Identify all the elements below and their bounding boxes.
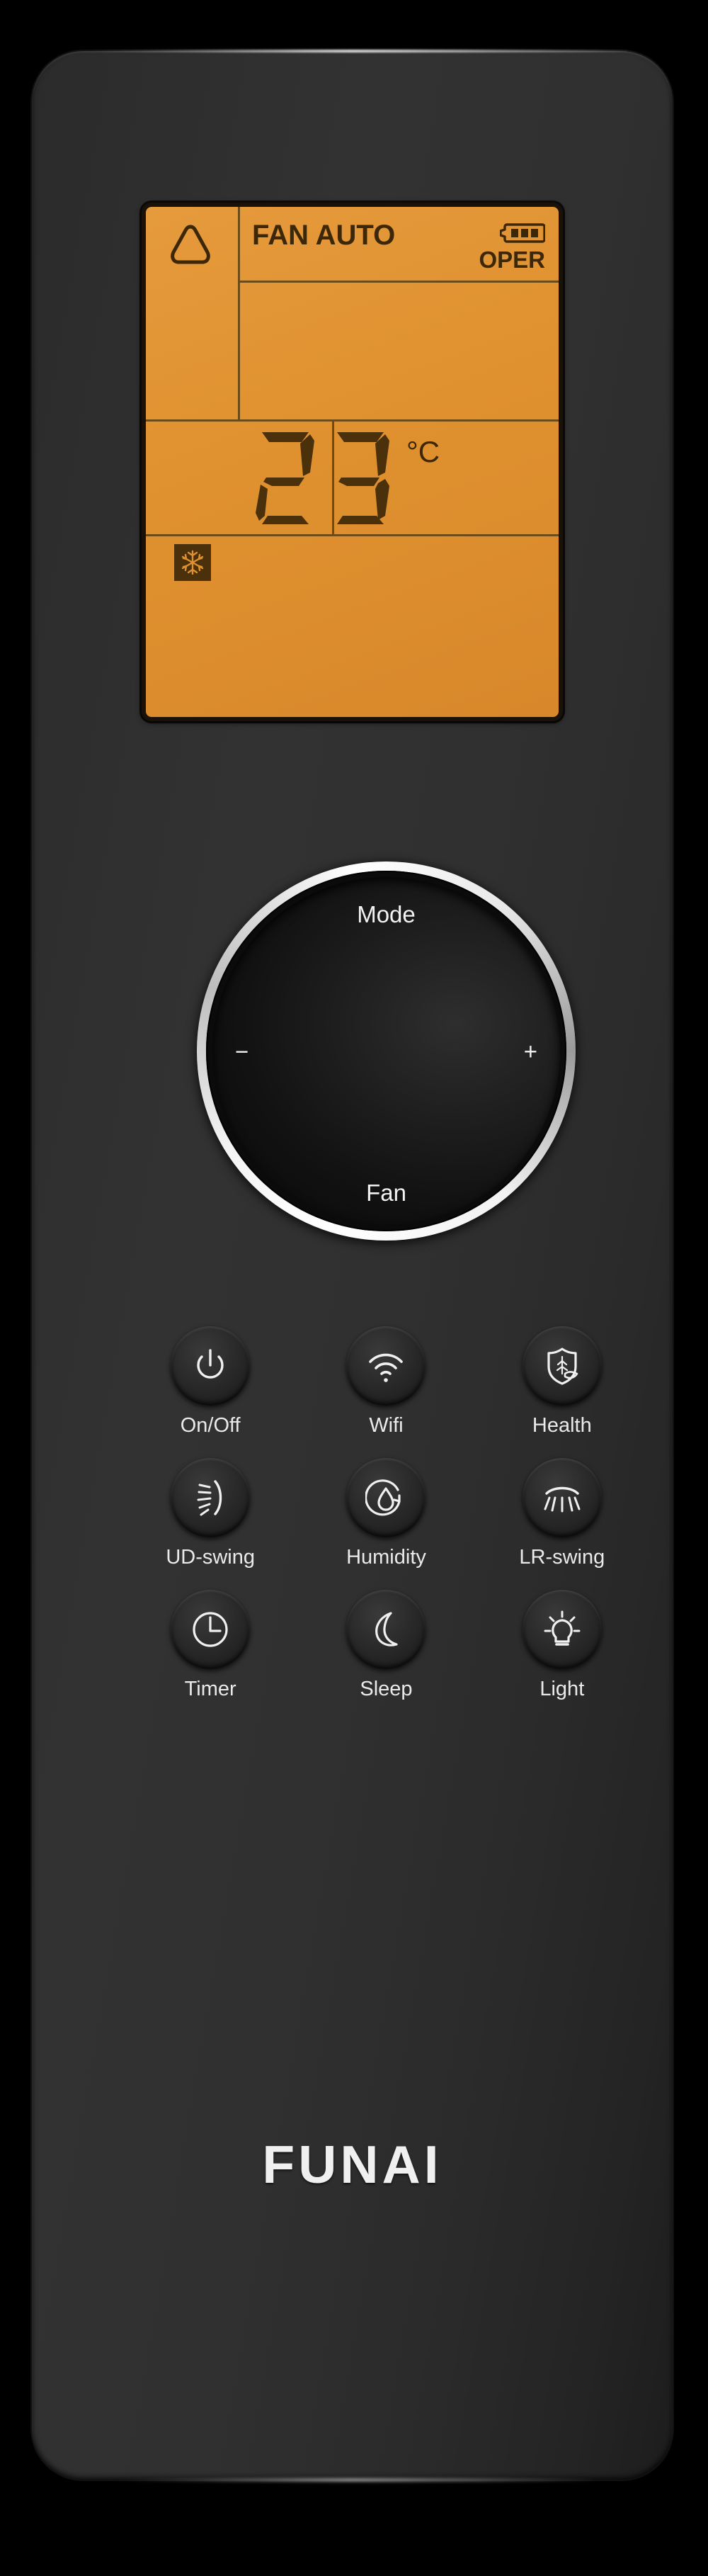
control-dial[interactable]: Mode − + Fan — [197, 862, 576, 1241]
lcd-screen-frame: FAN AUTO OPER °C — [142, 203, 563, 721]
left-right-swing-icon — [544, 1486, 581, 1513]
sleep-button-circle[interactable] — [346, 1590, 426, 1669]
power-icon — [197, 1349, 224, 1379]
remote-control-body: FAN AUTO OPER °C Mode − + Fan On/Off Wif… — [32, 51, 673, 2480]
button-label: Humidity — [346, 1546, 426, 1569]
button-label: LR-swing — [519, 1546, 605, 1569]
button-lr-swing[interactable]: LR-swing — [519, 1458, 605, 1569]
lcd-divider-temp-bottom — [146, 419, 559, 422]
rounded-triangle-icon — [165, 222, 216, 268]
timer-button-circle[interactable] — [171, 1590, 251, 1669]
button-label: Sleep — [360, 1678, 413, 1700]
button-on-off[interactable]: On/Off — [171, 1326, 251, 1437]
button-health[interactable]: Health — [522, 1326, 602, 1437]
moon-icon — [375, 1612, 399, 1646]
clock-icon — [193, 1612, 228, 1647]
light-button-circle[interactable] — [522, 1590, 602, 1669]
oper-indicator: OPER — [479, 247, 545, 273]
button-label: Wifi — [369, 1414, 404, 1437]
lcd-divider-mid-bottom — [146, 534, 559, 536]
dial-mode-label[interactable]: Mode — [357, 901, 416, 928]
on-off-button-circle[interactable] — [171, 1326, 251, 1406]
brand-logo: FUNAI — [262, 2135, 442, 2194]
button-label: Light — [539, 1678, 585, 1700]
battery-full-icon — [499, 222, 546, 244]
temperature-digit-2 — [327, 428, 394, 527]
button-light[interactable]: Light — [522, 1590, 602, 1701]
lcd-screen: FAN AUTO OPER °C — [146, 207, 559, 717]
button-grid: On/Off Wifi Health UD-swing Humidity LR-… — [122, 1326, 650, 1701]
temperature-unit: °C — [406, 435, 440, 469]
button-timer[interactable]: Timer — [171, 1590, 251, 1701]
minus-icon[interactable]: − — [235, 1039, 249, 1063]
lr-swing-button-circle[interactable] — [522, 1458, 602, 1537]
ud-swing-button-circle[interactable] — [171, 1458, 251, 1537]
fan-mode-indicator: FAN AUTO — [252, 220, 396, 251]
button-sleep[interactable]: Sleep — [346, 1590, 426, 1701]
button-humidity[interactable]: Humidity — [346, 1458, 426, 1569]
temperature-display: °C — [252, 428, 440, 527]
humidity-button-circle[interactable] — [346, 1458, 426, 1537]
button-label: Health — [532, 1414, 592, 1437]
health-button-circle[interactable] — [522, 1326, 602, 1406]
snowflake-icon — [174, 544, 211, 581]
wifi-button-circle[interactable] — [346, 1326, 426, 1406]
degree-symbol: ° — [406, 435, 418, 468]
plus-icon[interactable]: + — [524, 1039, 537, 1063]
unit-letter: C — [418, 435, 440, 468]
button-label: UD-swing — [166, 1546, 255, 1569]
button-ud-swing[interactable]: UD-swing — [166, 1458, 255, 1569]
lcd-divider-vertical-left — [238, 207, 240, 419]
lightbulb-icon — [544, 1610, 581, 1646]
dial-face[interactable]: Mode − + Fan — [212, 877, 560, 1225]
dial-fan-label[interactable]: Fan — [366, 1180, 406, 1207]
humidity-droplet-icon — [365, 1479, 401, 1516]
wifi-icon — [369, 1353, 404, 1382]
button-label: Timer — [184, 1678, 236, 1700]
button-wifi[interactable]: Wifi — [346, 1326, 426, 1437]
up-down-swing-icon — [197, 1480, 222, 1516]
lcd-divider-header — [238, 281, 559, 283]
temperature-digit-1 — [252, 428, 319, 527]
button-label: On/Off — [180, 1414, 241, 1437]
shield-health-icon — [547, 1348, 578, 1385]
